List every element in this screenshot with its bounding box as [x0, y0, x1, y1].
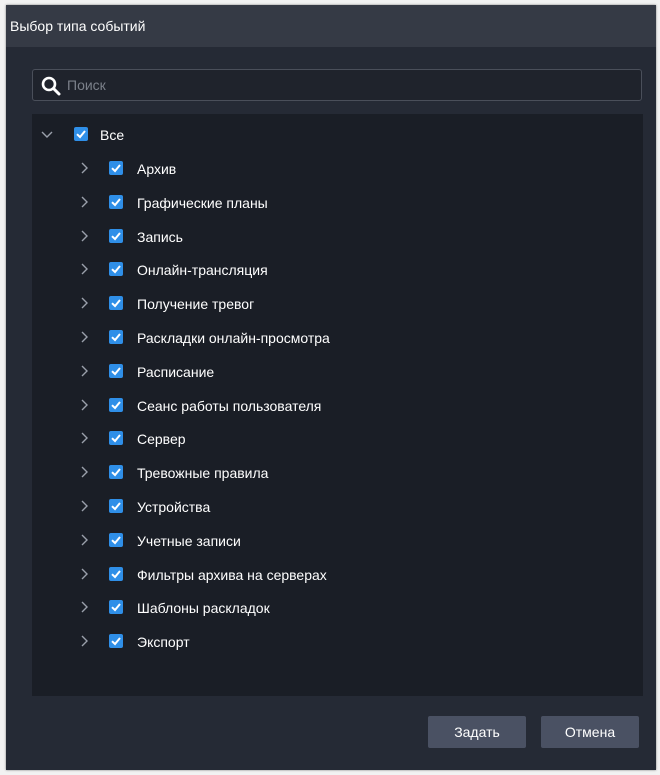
event-type-tree: Все Архив Графические планы Запись Онлайн-т…	[32, 114, 643, 696]
checkbox[interactable]	[109, 296, 123, 311]
tree-item-label: Сервер	[137, 431, 186, 448]
tree-item-label: Графические планы	[137, 194, 268, 211]
tree-item-label: Архив	[137, 161, 177, 177]
tree-item[interactable]: Раскладки онлайн-просмотра	[32, 321, 643, 355]
chevron-right-icon[interactable]	[77, 296, 91, 310]
search-icon	[41, 76, 61, 96]
checkbox[interactable]	[109, 330, 123, 344]
cancel-button[interactable]: Отмена	[541, 716, 639, 748]
checkbox[interactable]	[109, 262, 123, 277]
checkbox[interactable]	[109, 228, 123, 243]
checkbox[interactable]	[109, 431, 123, 446]
checkbox[interactable]	[109, 194, 123, 209]
chevron-right-icon[interactable]	[77, 465, 91, 479]
tree-item[interactable]: Устройства	[32, 490, 643, 524]
search-input[interactable]	[67, 74, 627, 96]
chevron-right-icon[interactable]	[77, 364, 91, 378]
checkbox[interactable]	[109, 465, 123, 480]
chevron-right-icon[interactable]	[77, 499, 91, 513]
checkbox[interactable]	[109, 634, 123, 649]
chevron-right-icon[interactable]	[77, 567, 91, 581]
checkbox[interactable]	[109, 161, 123, 175]
chevron-down-icon[interactable]	[40, 127, 54, 141]
tree-item[interactable]: Экспорт	[32, 625, 643, 659]
apply-button[interactable]: Задать	[428, 716, 526, 748]
tree-item-label: Учетные записи	[137, 532, 241, 549]
tree-item-label: Сеанс работы пользователя	[137, 397, 322, 414]
tree-item[interactable]: Онлайн-трансляция	[32, 253, 643, 287]
chevron-right-icon[interactable]	[77, 634, 91, 648]
tree-root-row[interactable]: Все	[32, 118, 643, 152]
checkbox[interactable]	[109, 397, 123, 412]
tree-item[interactable]: Сервер	[32, 422, 643, 456]
tree-item[interactable]: Сеанс работы пользователя	[32, 389, 643, 423]
chevron-right-icon[interactable]	[77, 161, 91, 175]
chevron-right-icon[interactable]	[77, 398, 91, 412]
tree-item-label: Тревожные правила	[137, 465, 269, 482]
tree-item-label: Шаблоны раскладок	[137, 600, 270, 617]
tree-item[interactable]: Получение тревог	[32, 287, 643, 321]
tree-item[interactable]: Шаблоны раскладок	[32, 591, 643, 625]
tree-item[interactable]: Расписание	[32, 355, 643, 389]
chevron-right-icon[interactable]	[77, 431, 91, 445]
checkbox[interactable]	[109, 499, 123, 513]
tree-item-label: Онлайн-трансляция	[137, 262, 268, 279]
tree-item[interactable]: Тревожные правила	[32, 456, 643, 490]
checkbox-all[interactable]	[74, 127, 88, 141]
title-bar: Выбор типа событий	[6, 5, 656, 47]
checkbox[interactable]	[109, 532, 123, 547]
tree-item[interactable]: Запись	[32, 220, 643, 254]
tree-item-label: Фильтры архива на серверах	[137, 566, 327, 583]
chevron-right-icon[interactable]	[77, 195, 91, 209]
tree-item[interactable]: Архив	[32, 152, 643, 186]
checkbox[interactable]	[109, 363, 123, 378]
chevron-right-icon[interactable]	[77, 229, 91, 243]
checkbox[interactable]	[109, 566, 123, 581]
tree-item-label: Получение тревог	[137, 296, 255, 313]
tree-item[interactable]: Фильтры архива на серверах	[32, 558, 643, 592]
tree-item-label: Устройства	[137, 499, 211, 515]
event-type-dialog: Выбор типа событий Все Архив Графические …	[6, 5, 656, 770]
checkbox[interactable]	[109, 600, 123, 615]
tree-item[interactable]: Графические планы	[32, 186, 643, 220]
chevron-right-icon[interactable]	[77, 262, 91, 276]
tree-item-label: Экспорт	[137, 634, 190, 651]
tree-item-label: Раскладки онлайн-просмотра	[137, 330, 330, 346]
tree-item-label: Запись	[137, 228, 183, 245]
dialog-title: Выбор типа событий	[10, 18, 146, 34]
tree-item[interactable]: Учетные записи	[32, 524, 643, 558]
chevron-right-icon[interactable]	[77, 533, 91, 547]
chevron-right-icon[interactable]	[77, 330, 91, 344]
chevron-right-icon[interactable]	[77, 600, 91, 614]
tree-item-label: Расписание	[137, 363, 215, 380]
search-box[interactable]	[32, 69, 642, 101]
tree-root-label: Все	[100, 127, 125, 143]
